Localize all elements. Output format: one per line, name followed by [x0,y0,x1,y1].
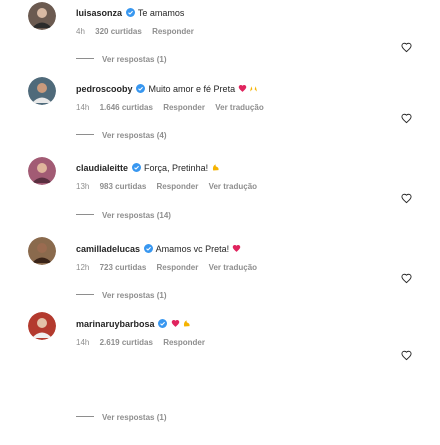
avatar[interactable] [28,157,56,185]
comment-meta: 14h 1.646 curtidas Responder Ver traduçã… [76,103,400,113]
verified-badge-icon [143,244,153,253]
raised-hands-emoji [249,84,258,93]
likes-count[interactable]: 723 curtidas [100,263,147,272]
avatar[interactable] [28,237,56,265]
comment-text: Te amamos [135,8,185,18]
translate-button[interactable]: Ver tradução [215,103,263,112]
comment-time: 12h [76,263,90,272]
flexed-biceps-emoji [211,163,220,172]
replies-divider [76,214,94,215]
verified-badge-icon [131,163,141,172]
view-replies-button[interactable]: Ver respostas (1) [76,413,166,423]
likes-count[interactable]: 320 curtidas [95,27,142,36]
comment-time: 14h [76,338,90,347]
likes-count[interactable]: 2.619 curtidas [100,338,153,347]
comment-meta: 4h 320 curtidas Responder [76,27,400,37]
replies-divider [76,294,94,295]
reply-button[interactable]: Responder [163,338,205,347]
verified-badge-icon [158,319,168,328]
heart-emoji [171,319,180,328]
heart-emoji [232,244,241,253]
translate-button[interactable]: Ver tradução [209,182,257,191]
heart-outline-icon[interactable] [401,193,412,204]
comment-meta: 14h 2.619 curtidas Responder [76,338,400,348]
avatar[interactable] [28,2,56,30]
verified-badge-icon [125,8,135,17]
view-replies-button[interactable]: Ver respostas (4) [76,131,166,141]
reply-button[interactable]: Responder [163,103,205,112]
view-replies-button[interactable]: Ver respostas (1) [76,55,166,65]
comment-text: Força, Pretinha! [141,163,209,173]
view-replies-button[interactable]: Ver respostas (14) [76,211,171,221]
translate-button[interactable]: Ver tradução [209,263,257,272]
comment-time: 13h [76,182,90,191]
comment-username[interactable]: claudialeitte [76,163,128,173]
reply-button[interactable]: Responder [157,263,199,272]
heart-outline-icon[interactable] [401,350,412,361]
comment-time: 14h [76,103,90,112]
flexed-biceps-emoji [182,319,191,328]
comment-username[interactable]: luisasonza [76,8,122,18]
heart-outline-icon[interactable] [401,113,412,124]
reply-button[interactable]: Responder [152,27,194,36]
reply-button[interactable]: Responder [157,182,199,191]
replies-divider [76,416,94,417]
replies-divider [76,134,94,135]
heart-outline-icon[interactable] [401,42,412,53]
heart-emoji [238,84,247,93]
verified-badge-icon [136,84,146,93]
avatar[interactable] [28,312,56,340]
heart-outline-icon[interactable] [401,273,412,284]
comment-meta: 13h 983 curtidas Responder Ver tradução [76,182,400,192]
comment-meta: 12h 723 curtidas Responder Ver tradução [76,263,400,273]
avatar[interactable] [28,77,56,105]
comment-time: 4h [76,27,85,36]
likes-count[interactable]: 1.646 curtidas [100,103,153,112]
replies-divider [76,58,94,59]
comment-text: Amamos vc Preta! [153,244,230,254]
likes-count[interactable]: 983 curtidas [100,182,147,191]
comment-text: Muito amor e fé Preta [146,84,236,94]
comment-username[interactable]: pedroscooby [76,84,133,94]
comment-username[interactable]: marinaruybarbosa [76,319,155,329]
view-replies-button[interactable]: Ver respostas (1) [76,291,166,301]
comment-username[interactable]: camilladelucas [76,244,140,254]
